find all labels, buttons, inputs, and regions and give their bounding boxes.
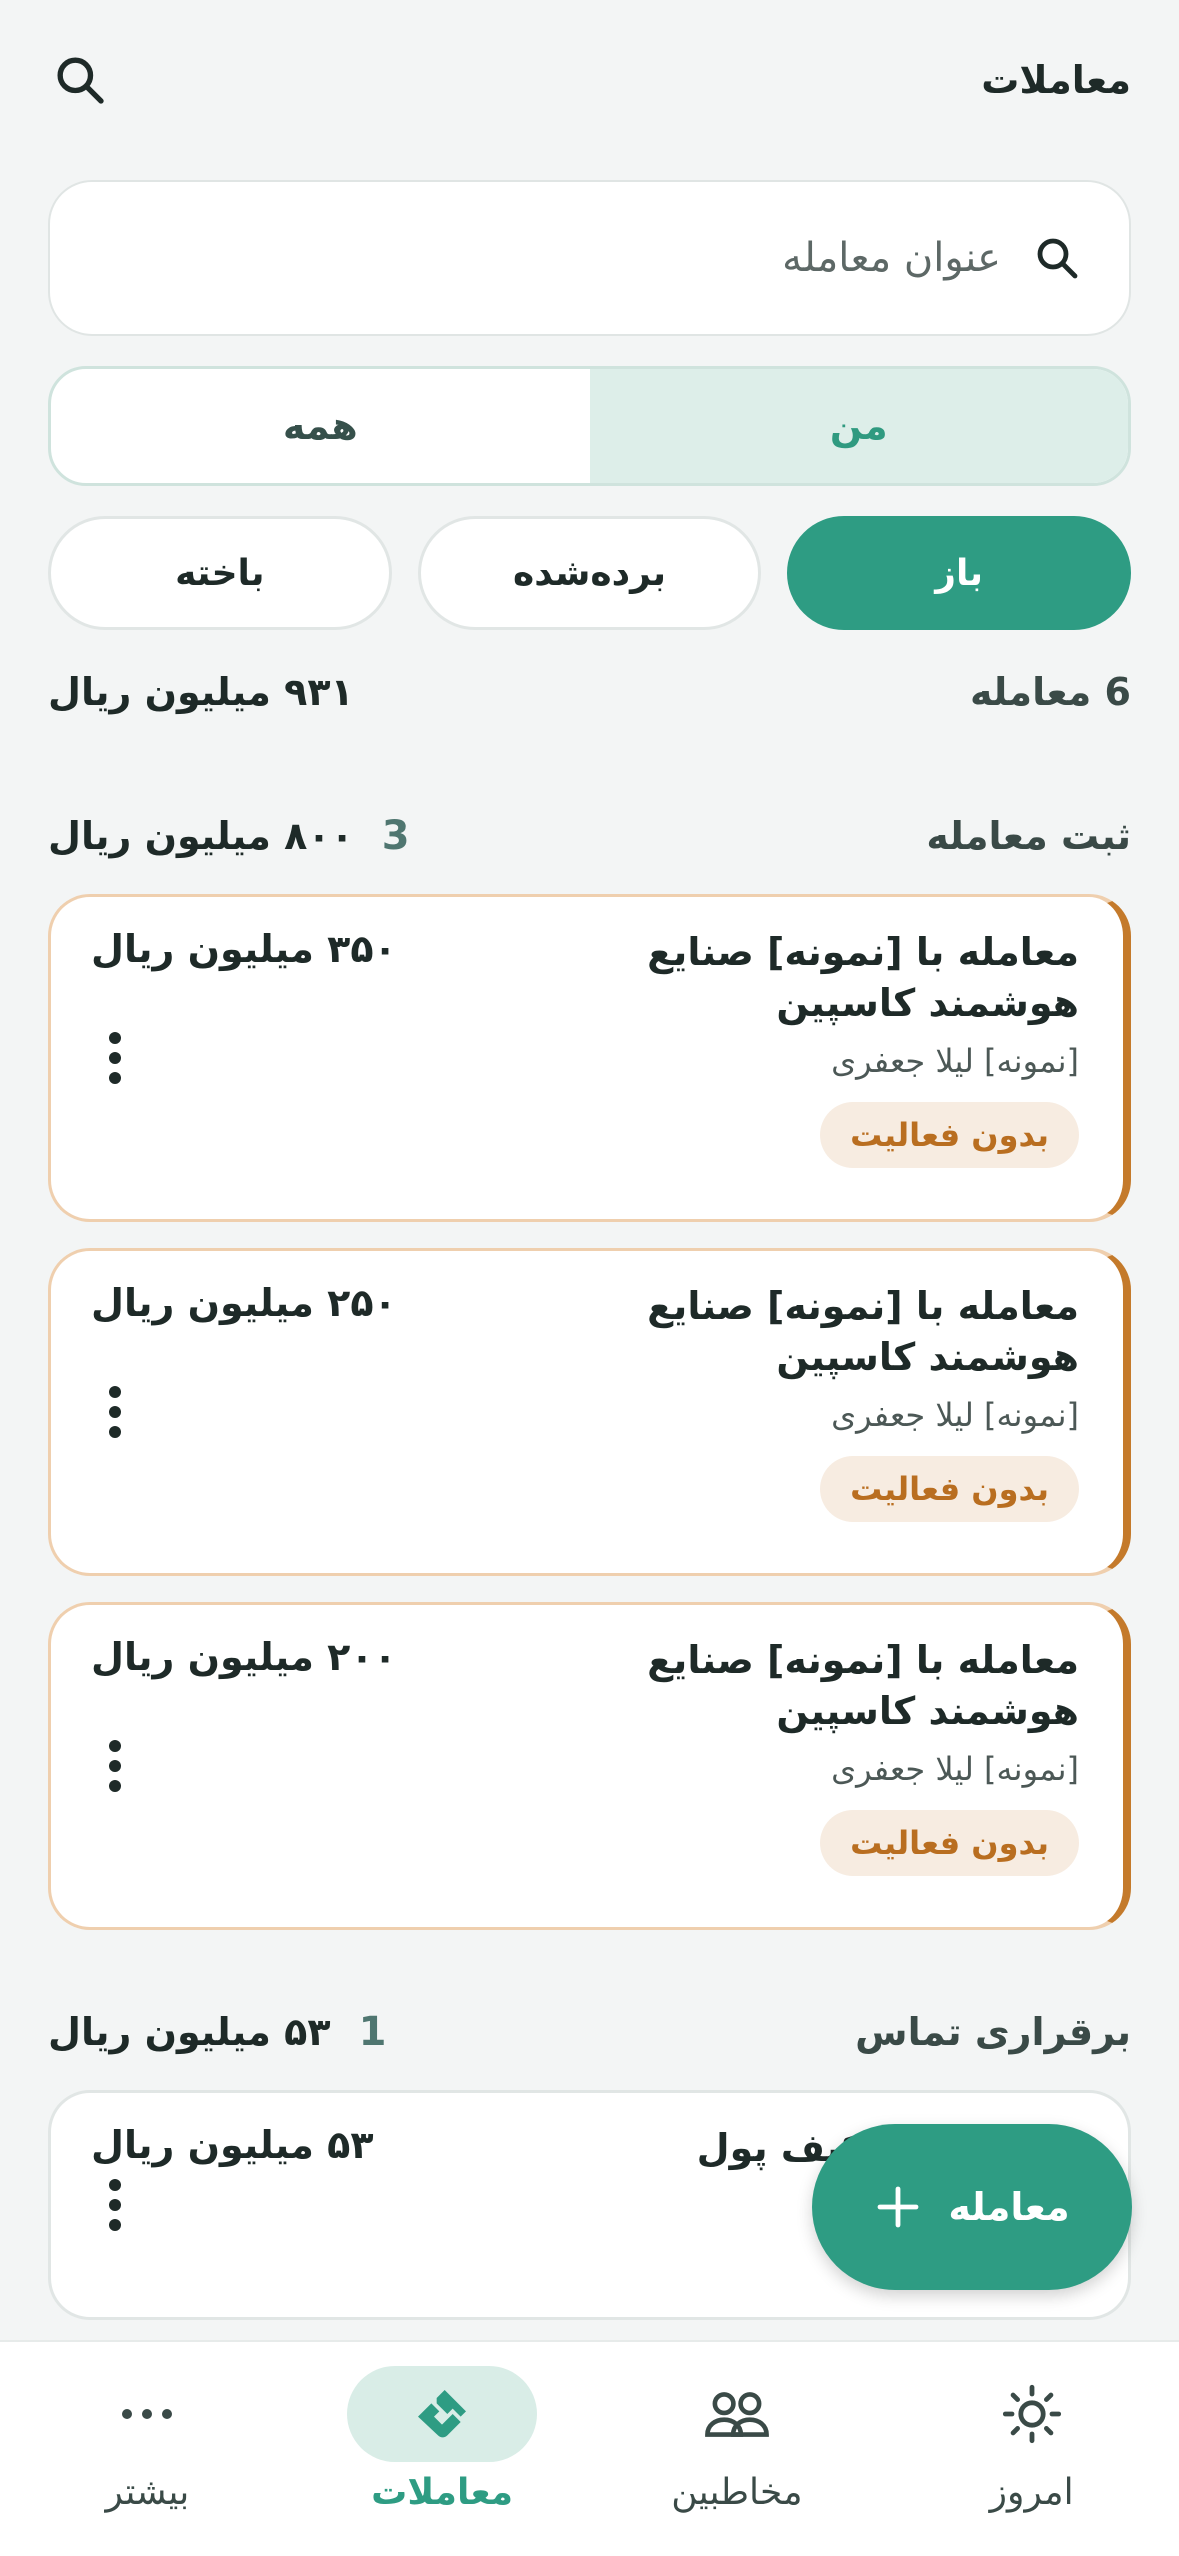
deal-total: ۹۳۱ میلیون ریال: [48, 670, 354, 714]
nav-item-today[interactable]: امروز: [884, 2342, 1179, 2556]
status-badge: بدون فعالیت: [820, 1455, 1079, 1522]
more-vert-icon[interactable]: [107, 1384, 123, 1440]
plus-icon: [877, 2186, 919, 2228]
top-app-bar: معاملات: [48, 40, 1131, 120]
stage-title: برقراری تماس: [855, 2010, 1131, 2054]
fab-label: معامله: [948, 2185, 1070, 2229]
filter-lost[interactable]: باخته: [47, 516, 392, 630]
deal-card[interactable]: معامله با [نمونه] صنایع هوشمند کاسپین ۲۵…: [48, 1248, 1131, 1576]
deal-card[interactable]: معامله با [نمونه] صنایع هوشمند کاسپین ۳۵…: [48, 894, 1131, 1222]
deal-amount: ۲۵۰ میلیون ریال: [91, 1281, 397, 1325]
status-filters: باز برده‌شده باخته: [47, 516, 1131, 630]
stage-sum: ۸۰۰ میلیون ریال: [48, 814, 354, 858]
segment-all[interactable]: همه: [51, 369, 590, 483]
more-vert-icon[interactable]: [107, 2177, 123, 2233]
deal-search-field[interactable]: [48, 180, 1131, 336]
deal-title: معامله با [نمونه] صنایع هوشمند کاسپین: [647, 1638, 1079, 1734]
status-badge: بدون فعالیت: [820, 1101, 1079, 1168]
nav-label: بیشتر: [105, 2472, 190, 2513]
bottom-navigation: امروز مخاطبین معاملات بیشتر: [0, 2340, 1179, 2556]
stage-title: ثبت معامله: [926, 814, 1131, 858]
deal-contact: [نمونه] لیلا جعفری: [831, 1749, 1079, 1788]
nav-item-contacts[interactable]: مخاطبین: [590, 2342, 885, 2556]
handshake-icon: [418, 2390, 467, 2438]
segment-me[interactable]: من: [589, 369, 1128, 483]
nav-label: امروز: [989, 2472, 1074, 2513]
more-vert-icon[interactable]: [107, 1030, 123, 1086]
status-badge: بدون فعالیت: [820, 1809, 1079, 1876]
owner-segment: من همه: [48, 366, 1131, 486]
deal-amount: ۳۵۰ میلیون ریال: [91, 927, 397, 971]
search-input[interactable]: [98, 235, 1001, 281]
stage-count: 1: [358, 2009, 387, 2055]
page-title: معاملات: [981, 58, 1131, 102]
search-icon[interactable]: [48, 48, 112, 112]
more-horiz-icon: [122, 2409, 173, 2419]
deal-title: معامله با [نمونه] صنایع هوشمند کاسپین: [647, 930, 1079, 1026]
deal-contact: [نمونه] لیلا جعفری: [831, 1395, 1079, 1434]
people-icon: [704, 2392, 769, 2437]
filter-won[interactable]: برده‌شده: [417, 516, 762, 630]
stage-header: ثبت معامله ۸۰۰ میلیون ریال 3: [48, 804, 1131, 868]
search-icon: [1037, 238, 1078, 279]
stage-sum: ۵۳ میلیون ریال: [48, 2010, 331, 2054]
stage-count: 3: [381, 813, 410, 859]
filter-open[interactable]: باز: [787, 516, 1131, 630]
nav-label: مخاطبین: [671, 2472, 803, 2513]
nav-label: معاملات: [371, 2472, 514, 2513]
deal-title: معامله با [نمونه] صنایع هوشمند کاسپین: [647, 1284, 1079, 1380]
add-deal-button[interactable]: معامله: [812, 2124, 1132, 2290]
nav-item-deals[interactable]: معاملات: [295, 2342, 590, 2556]
deals-summary: 6 معامله ۹۳۱ میلیون ریال: [48, 660, 1131, 724]
deal-contact: [نمونه] لیلا جعفری: [831, 1041, 1079, 1080]
deal-count: 6 معامله: [969, 670, 1131, 714]
stage-header: برقراری تماس ۵۳ میلیون ریال 1: [48, 2000, 1131, 2064]
sun-icon: [1002, 2384, 1061, 2444]
more-vert-icon[interactable]: [107, 1738, 123, 1794]
deal-amount: ۵۳ میلیون ریال: [91, 2123, 374, 2167]
nav-item-more[interactable]: بیشتر: [0, 2342, 295, 2556]
deal-amount: ۲۰۰ میلیون ریال: [91, 1635, 397, 1679]
deal-card[interactable]: معامله با [نمونه] صنایع هوشمند کاسپین ۲۰…: [48, 1602, 1131, 1930]
